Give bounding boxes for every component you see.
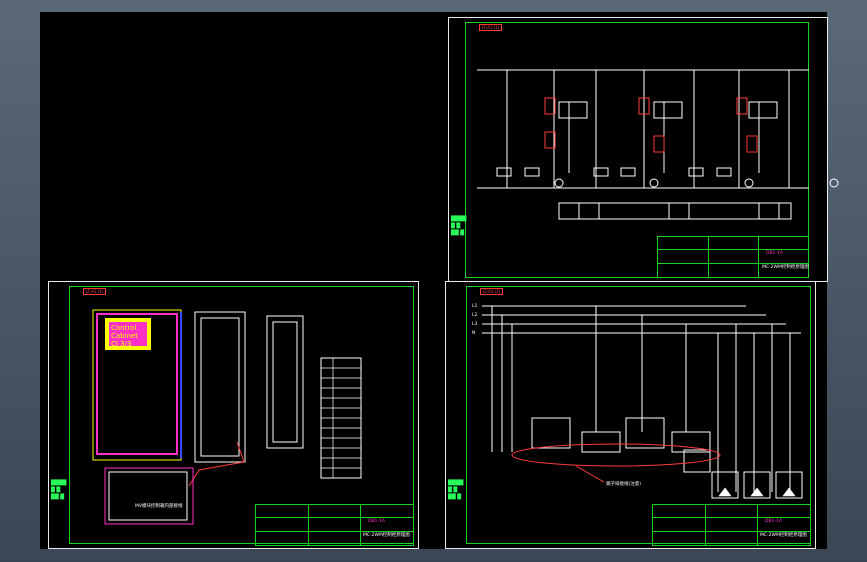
titleblock-title: MC-2WM控制柜原理图: [762, 265, 809, 270]
sheet-cabinet-layout[interactable]: LT-A1 (1) ████ █ █ ██ █ Control Cabinet …: [48, 281, 419, 549]
sheet-power-schematic[interactable]: LT-A1 (1) ████ █ █ ██ █ L1 L2 L3 N 端子排接线…: [445, 281, 816, 549]
titleblock-title: MC-2WM控制柜原理图: [363, 533, 410, 538]
titleblock-code: DB1-1A: [368, 519, 385, 524]
titleblock-title: MC-2WM控制柜原理图: [760, 533, 807, 538]
panel-label: Control Cabinet CJ 3/3: [111, 324, 139, 348]
title-block: DB1-1A MC-2WM控制柜原理图: [652, 504, 811, 546]
titleblock-code: DB1-1A: [765, 519, 782, 524]
sheet-control-schematic[interactable]: LT-A1 (1) ████ █ █ ██ █ DB1-1A MC-2WM控制柜…: [448, 17, 839, 282]
title-block: DB1-1A MC-2WM控制柜原理图: [657, 236, 809, 278]
terminal-note: 端子排接线(注意): [606, 482, 642, 487]
title-block: DB1-1A MC-2WM控制柜原理图: [255, 504, 414, 546]
application-window: LT-A1 (1) ████ █ █ ██ █ DB1-1A MC-2WM控制柜…: [0, 0, 867, 562]
titleblock-code: DB1-1A: [766, 251, 783, 256]
callout-label: MV模块控制箱内部接线: [135, 504, 183, 509]
cad-drawing-canvas[interactable]: LT-A1 (1) ████ █ █ ██ █ DB1-1A MC-2WM控制柜…: [40, 12, 839, 549]
